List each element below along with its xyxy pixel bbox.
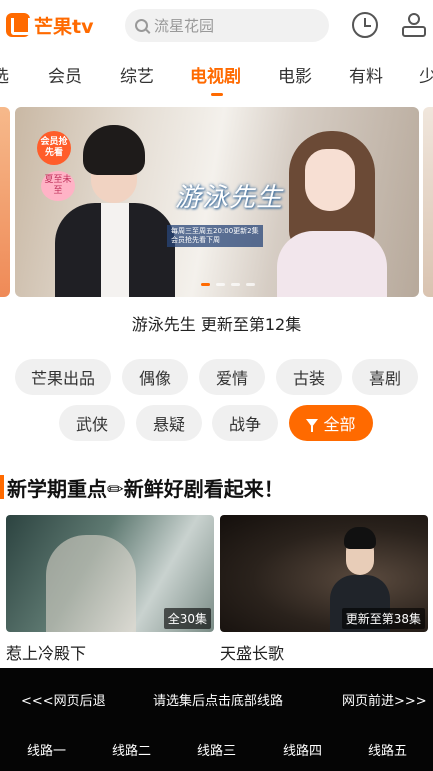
search-icon: [135, 19, 148, 32]
carousel-dot[interactable]: [201, 283, 210, 286]
actress-image: [277, 131, 387, 297]
route-button-1[interactable]: 线路一: [27, 740, 66, 759]
search-placeholder: 流星花园: [154, 17, 215, 35]
route-overlay: <<<网页后退 请选集后点击底部线路 网页前进>>> 线路一 线路二 线路三 线…: [0, 668, 433, 771]
genre-chip-costume[interactable]: 古装: [276, 359, 342, 395]
filter-icon: [306, 419, 319, 432]
genre-chip-wuxia[interactable]: 武侠: [59, 405, 125, 441]
category-tabs: 选 会员 综艺 电视剧 电影 有料 少: [0, 52, 433, 96]
route-button-3[interactable]: 线路三: [197, 740, 236, 759]
mgtv-logo[interactable]: 芒果tv: [6, 11, 93, 39]
logo-text: 芒果tv: [34, 15, 94, 38]
banner-show-title: 游泳先生: [175, 183, 284, 213]
section-accent-bar: [0, 475, 4, 499]
tab-partial-right[interactable]: 少: [419, 62, 433, 87]
overlay-hint: 请选集后点击底部线路: [153, 694, 284, 709]
genre-chip-mango-original[interactable]: 芒果出品: [15, 359, 111, 395]
route-buttons: 线路一 线路二 线路三 线路四 线路五: [0, 740, 433, 760]
active-tab-indicator: [211, 93, 223, 96]
genre-chip-all[interactable]: 全部: [289, 405, 373, 441]
tab-variety[interactable]: 综艺: [120, 62, 154, 87]
forward-button[interactable]: 网页前进>>>: [342, 690, 427, 709]
prev-banner-peek[interactable]: [0, 107, 10, 297]
carousel-dot[interactable]: [231, 283, 240, 286]
show-title[interactable]: 天盛长歌: [220, 640, 428, 664]
search-input[interactable]: 流星花园: [125, 9, 329, 42]
genre-chip-idol[interactable]: 偶像: [122, 359, 188, 395]
user-icon[interactable]: [400, 11, 428, 39]
logo-icon: [6, 13, 31, 37]
episode-badge: 全30集: [163, 608, 211, 629]
genre-chip-romance[interactable]: 爱情: [199, 359, 265, 395]
show-thumbnail[interactable]: 更新至第38集: [220, 515, 428, 632]
tab-partial-left[interactable]: 选: [0, 62, 9, 87]
carousel-dot[interactable]: [216, 283, 225, 286]
genre-chip-suspense[interactable]: 悬疑: [136, 405, 202, 441]
genre-chip-all-label: 全部: [323, 415, 356, 434]
show-title[interactable]: 惹上冷殿下: [6, 640, 214, 664]
genre-chip-comedy[interactable]: 喜剧: [352, 359, 418, 395]
genre-chip-war[interactable]: 战争: [212, 405, 278, 441]
route-button-2[interactable]: 线路二: [112, 740, 151, 759]
history-icon[interactable]: [352, 12, 378, 38]
banner-caption[interactable]: 游泳先生 更新至第12集: [0, 311, 433, 335]
carousel-dot[interactable]: [246, 283, 255, 286]
overlay-nav-row: <<<网页后退 请选集后点击底部线路 网页前进>>>: [0, 690, 433, 710]
show-thumbnail[interactable]: 全30集: [6, 515, 214, 632]
route-button-4[interactable]: 线路四: [283, 740, 322, 759]
next-banner-peek[interactable]: [423, 107, 433, 297]
carousel-dots: [201, 283, 255, 286]
tab-movies[interactable]: 电影: [278, 62, 312, 87]
tab-vip[interactable]: 会员: [48, 62, 82, 87]
banner-slide[interactable]: 会员抢先看 夏至未至 游泳先生 每周三至周五20:00更新2集 会员抢先看下周: [15, 107, 419, 297]
route-button-5[interactable]: 线路五: [368, 740, 407, 759]
tab-youliao[interactable]: 有料: [349, 62, 383, 87]
banner-carousel[interactable]: 会员抢先看 夏至未至 游泳先生 每周三至周五20:00更新2集 会员抢先看下周: [0, 107, 433, 297]
actor-image: [55, 125, 175, 297]
episode-badge: 更新至第38集: [341, 608, 425, 629]
app-header: 芒果tv 流星花园: [0, 0, 433, 52]
banner-schedule: 每周三至周五20:00更新2集 会员抢先看下周: [167, 225, 263, 247]
tab-tv-series[interactable]: 电视剧: [190, 62, 241, 87]
show-card[interactable]: 更新至第38集 天盛长歌: [220, 515, 428, 664]
back-button[interactable]: <<<网页后退: [21, 690, 106, 709]
show-card[interactable]: 全30集 惹上冷殿下: [6, 515, 214, 664]
section-title: 新学期重点✏新鲜好剧看起来！: [7, 477, 284, 501]
